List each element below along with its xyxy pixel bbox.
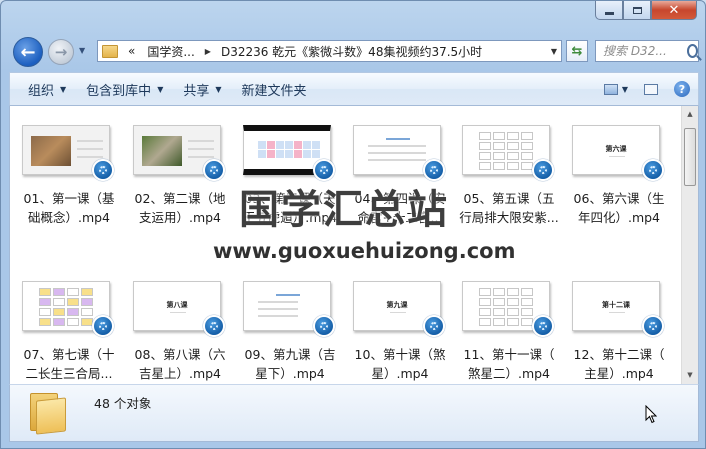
search-icon[interactable] bbox=[687, 44, 698, 58]
file-name-line1: 05、第五课（五 bbox=[463, 191, 555, 206]
file-name-line1: 08、第八课（六 bbox=[134, 347, 226, 362]
refresh-icon: ⇆ bbox=[571, 43, 583, 59]
file-name-line2: 星）.mp4 bbox=[371, 366, 429, 381]
back-button[interactable]: ← bbox=[13, 37, 43, 67]
toolbar-right: ▼ ? bbox=[603, 81, 698, 97]
breadcrumb-separator-icon[interactable]: ▶ bbox=[201, 47, 215, 56]
breadcrumb-current[interactable]: D32236 乾元《紫微斗数》48集视频约37.5小时 bbox=[215, 43, 488, 60]
share-button[interactable]: 共享 ▼ bbox=[173, 80, 231, 99]
item-count: 48 个对象 bbox=[94, 396, 152, 411]
file-name: 07、第七课（十 二长生三合局... bbox=[16, 345, 122, 383]
arrow-right-icon: → bbox=[54, 43, 68, 61]
address-dropdown-icon[interactable]: ▼ bbox=[547, 47, 561, 56]
breadcrumb-overflow[interactable]: « bbox=[122, 44, 141, 58]
media-player-icon bbox=[532, 159, 554, 181]
media-player-icon bbox=[92, 159, 114, 181]
chevron-down-icon: ▼ bbox=[79, 46, 86, 55]
maximize-button[interactable] bbox=[623, 1, 651, 20]
minimize-icon bbox=[604, 11, 614, 15]
file-name-line2: 星下）.mp4 bbox=[255, 366, 325, 381]
view-options-icon[interactable] bbox=[603, 83, 618, 95]
address-bar[interactable]: « 国学资... ▶ D32236 乾元《紫微斗数》48集视频约37.5小时 ▼ bbox=[97, 40, 562, 62]
maximize-icon bbox=[632, 6, 642, 14]
media-player-icon bbox=[642, 315, 664, 337]
file-name-line2: 吉星上）.mp4 bbox=[138, 366, 222, 381]
new-folder-label: 新建文件夹 bbox=[241, 83, 307, 99]
file-name: 02、第二课（地 支运用）.mp4 bbox=[127, 189, 233, 227]
thumbnail-title: 第九课 bbox=[386, 301, 408, 309]
thumbnail-title: 第八课 bbox=[166, 301, 188, 309]
file-name: 05、第五课（五 行局排大限安紫... bbox=[456, 189, 562, 227]
file-name-line2: 支运用）.mp4 bbox=[138, 210, 222, 225]
new-folder-button[interactable]: 新建文件夹 bbox=[232, 80, 317, 99]
media-player-icon bbox=[313, 315, 335, 337]
forward-button[interactable]: → bbox=[48, 39, 74, 65]
file-name: 10、第十课（煞 星）.mp4 bbox=[347, 345, 453, 383]
caption-buttons: ✕ bbox=[595, 1, 697, 20]
media-player-icon bbox=[92, 315, 114, 337]
close-button[interactable]: ✕ bbox=[651, 1, 697, 20]
chevron-down-icon: ▼ bbox=[215, 84, 222, 94]
file-name: 09、第九课（吉 星下）.mp4 bbox=[237, 345, 343, 383]
search-box[interactable] bbox=[595, 40, 699, 62]
file-name: 01、第一课（基 础概念）.mp4 bbox=[16, 189, 122, 227]
breadcrumb-parent[interactable]: 国学资... bbox=[141, 43, 200, 60]
vertical-scrollbar[interactable]: ▲ ▼ bbox=[681, 106, 698, 384]
refresh-button[interactable]: ⇆ bbox=[566, 40, 588, 62]
media-player-icon bbox=[423, 315, 445, 337]
chevron-down-icon: ▼ bbox=[157, 84, 164, 94]
organize-label: 组织 bbox=[28, 83, 55, 99]
file-name: 06、第六课（生 年四化）.mp4 bbox=[566, 189, 672, 227]
search-input[interactable] bbox=[601, 43, 685, 59]
preview-pane-icon[interactable] bbox=[644, 83, 658, 95]
file-name-line2: 主星）.mp4 bbox=[584, 366, 654, 381]
help-icon[interactable]: ? bbox=[674, 81, 690, 97]
media-player-icon bbox=[203, 315, 225, 337]
folder-icon bbox=[30, 393, 66, 435]
thumbnail-title: 第六课 bbox=[605, 145, 627, 153]
details-pane: 48 个对象 bbox=[9, 384, 699, 442]
file-name-line1: 12、第十二课（ bbox=[573, 347, 665, 362]
explorer-window: ✕ ← → ▼ « 国学资... ▶ D32236 乾元《紫微斗数》48集视频约… bbox=[0, 0, 706, 449]
file-name: 08、第八课（六 吉星上）.mp4 bbox=[127, 345, 233, 383]
file-name: 12、第十二课（ 主星）.mp4 bbox=[566, 345, 672, 383]
file-name-line2: 煞星二）.mp4 bbox=[467, 366, 551, 381]
file-name-line1: 11、第十一课（ bbox=[463, 347, 555, 362]
file-name-line2: 行局排大限安紫... bbox=[459, 210, 559, 225]
media-player-icon bbox=[532, 315, 554, 337]
watermark-en: www.guoxuehuizong.com bbox=[213, 239, 516, 263]
watermark-cn: 国学汇总站 bbox=[239, 187, 449, 233]
file-name-line1: 10、第十课（煞 bbox=[354, 347, 446, 362]
file-name-line1: 09、第九课（吉 bbox=[244, 347, 336, 362]
media-player-icon bbox=[203, 159, 225, 181]
mouse-cursor-icon bbox=[645, 405, 657, 424]
include-in-library-button[interactable]: 包含到库中 ▼ bbox=[76, 80, 173, 99]
folder-icon bbox=[102, 44, 118, 58]
file-name-line2: 二长生三合局... bbox=[25, 366, 113, 381]
minimize-button[interactable] bbox=[595, 1, 623, 20]
chevron-down-icon: ▼ bbox=[60, 84, 67, 94]
share-label: 共享 bbox=[183, 83, 210, 99]
scroll-down-icon[interactable]: ▼ bbox=[682, 367, 698, 384]
arrow-left-icon: ← bbox=[20, 41, 36, 63]
thumbnail-title: 第十二课 bbox=[602, 301, 630, 309]
file-name-line2: 础概念）.mp4 bbox=[27, 210, 111, 225]
file-name-line1: 02、第二课（地 bbox=[134, 191, 226, 206]
scrollbar-thumb[interactable] bbox=[684, 128, 696, 186]
media-player-icon bbox=[642, 159, 664, 181]
file-name-line1: 06、第六课（生 bbox=[573, 191, 665, 206]
file-name-line1: 07、第七课（十 bbox=[23, 347, 115, 362]
file-name-line2: 年四化）.mp4 bbox=[577, 210, 661, 225]
command-bar: 组织 ▼ 包含到库中 ▼ 共享 ▼ 新建文件夹 ▼ ? bbox=[9, 72, 699, 106]
recent-pages-button[interactable]: ▼ bbox=[79, 46, 85, 55]
scroll-up-icon[interactable]: ▲ bbox=[682, 106, 698, 123]
view-options-dropdown-icon[interactable]: ▼ bbox=[622, 85, 628, 94]
file-name: 11、第十一课（ 煞星二）.mp4 bbox=[456, 345, 562, 383]
file-name-line1: 01、第一课（基 bbox=[23, 191, 115, 206]
organize-button[interactable]: 组织 ▼ bbox=[18, 80, 76, 99]
include-in-library-label: 包含到库中 bbox=[86, 83, 152, 99]
close-icon: ✕ bbox=[668, 2, 680, 18]
